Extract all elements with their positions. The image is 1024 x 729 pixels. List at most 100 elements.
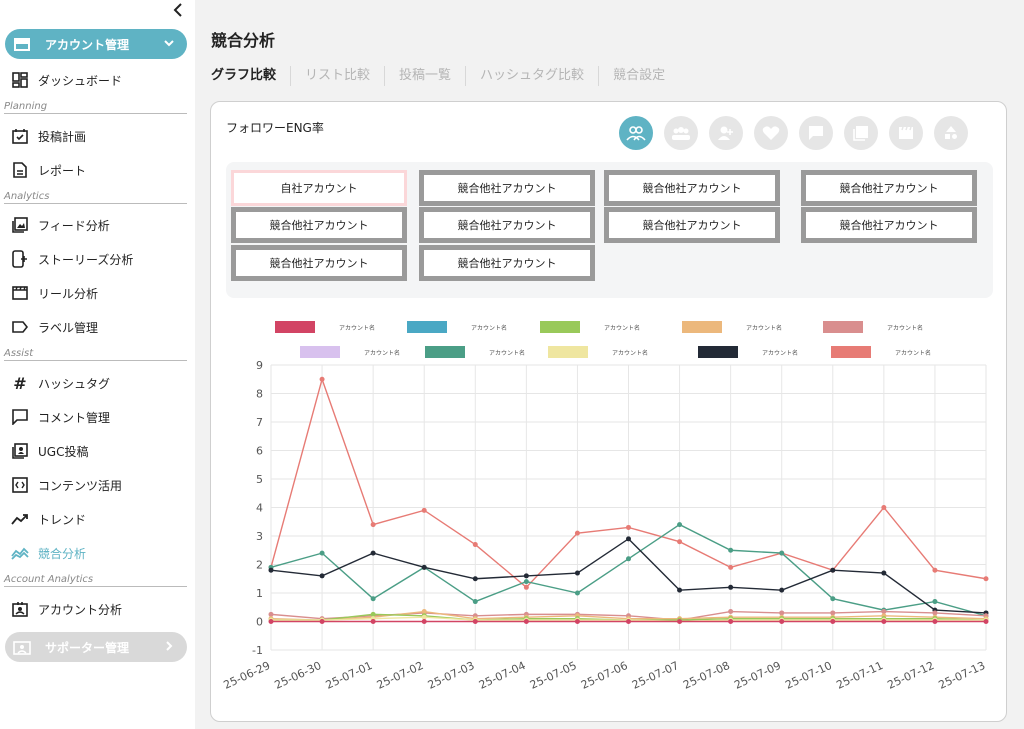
sidebar-item-label: コメント管理 [38,410,111,425]
y-tick-label: 5 [256,473,263,486]
series-point [523,619,529,624]
series-point [626,619,631,624]
tab-bar: グラフ比較 リスト比較 投稿一覧 ハッシュタグ比較 競合設定 [211,66,679,86]
competitor-account-box[interactable]: 競合他社アカウント [419,170,595,206]
sidebar-item-label: レポート [38,163,87,178]
legend-label: アカウント名 [339,324,376,332]
series-point [268,567,274,573]
card-title: フォロワーENG率 [226,121,324,135]
sidebar-item-hashtag[interactable]: # ハッシュタグ [11,372,110,394]
sidebar-item-stories-analysis[interactable]: ストーリーズ分析 [11,248,133,270]
label-tag-icon [11,318,29,336]
legend-swatch [682,321,722,333]
sidebar-item-feed-analysis[interactable]: フィード分析 [11,214,110,236]
legend-item[interactable]: アカウント名 [540,321,640,333]
collapse-sidebar-icon[interactable] [170,2,186,23]
competitor-account-box[interactable]: 競合他社アカウント [231,245,407,281]
y-tick-label: 8 [256,388,263,401]
series-point [677,539,683,545]
sidebar-item-trend[interactable]: トレンド [11,508,86,530]
series-point [626,524,631,530]
account-management-button[interactable]: アカウント管理 [5,29,187,59]
image-icon[interactable] [844,116,878,150]
sidebar-item-label: 投稿計画 [38,129,87,144]
series-point [370,522,376,528]
series-point [932,567,938,573]
x-tick-label: 25-07-10 [783,659,834,692]
chevron-right-icon [166,641,173,651]
sidebar-item-comment-management[interactable]: コメント管理 [11,406,110,428]
series-point [574,590,580,596]
series-point [319,550,325,556]
competitor-account-box[interactable]: 競合他社アカウント [419,245,595,281]
supporter-management-button[interactable]: サポーター管理 [5,632,187,662]
section-assist: Assist [4,348,187,361]
sidebar-item-label: リール分析 [38,286,99,301]
series-point [677,522,683,528]
tab-list-compare[interactable]: リスト比較 [290,66,384,86]
series-point [830,596,836,602]
legend-swatch [407,321,447,333]
shape-icon[interactable] [934,116,968,150]
sidebar-item-label-management[interactable]: ラベル管理 [11,316,98,338]
competitor-account-box[interactable]: 競合他社アカウント [801,207,977,243]
legend-label: アカウント名 [471,324,508,332]
legend-item[interactable]: アカウント名 [407,321,507,333]
series-point [472,576,478,582]
x-tick-label: 25-07-02 [375,659,426,692]
tab-competitor-settings[interactable]: 競合設定 [598,66,679,86]
sidebar-item-dashboard[interactable]: ダッシュボード [11,69,122,91]
sidebar-item-account-analysis[interactable]: アカウント分析 [11,598,122,620]
series-point [319,619,325,624]
legend-item[interactable]: アカウント名 [823,321,923,333]
account-selector-panel: 自社アカウント 競合他社アカウント 競合他社アカウント 競合他社アカウント 競合… [226,162,993,298]
tab-hashtag-compare[interactable]: ハッシュタグ比較 [465,66,598,86]
comment-icon[interactable] [799,116,833,150]
sidebar-item-reel-analysis[interactable]: リール分析 [11,282,98,304]
sidebar-item-post-plan[interactable]: 投稿計画 [11,125,86,147]
sidebar-item-report[interactable]: レポート [11,159,86,181]
tab-graph-compare[interactable]: グラフ比較 [211,66,290,86]
sidebar-item-competitor-analysis[interactable]: 競合分析 [11,542,86,564]
sidebar-item-ugc[interactable]: UGC投稿 [11,440,88,462]
clapper-icon [11,284,29,302]
legend-item[interactable]: アカウント名 [275,321,375,333]
competitor-account-box[interactable]: 競合他社アカウント [419,207,595,243]
tab-post-list[interactable]: 投稿一覧 [384,66,465,86]
calendar-check-icon [11,127,29,145]
legend-label: アカウント名 [746,324,783,332]
supporter-icon [13,641,31,655]
reel-icon[interactable] [889,116,923,150]
heart-icon[interactable] [754,116,788,150]
competitor-account-box[interactable]: 競合他社アカウント [801,170,977,206]
hashtag-icon: # [13,373,27,393]
group-icon[interactable] [664,116,698,150]
y-tick-label: 7 [256,416,263,429]
series-point [881,609,887,615]
self-account-box[interactable]: 自社アカウント [231,170,407,206]
competitor-account-box[interactable]: 競合他社アカウント [231,207,407,243]
section-account-analytics: Account Analytics [4,574,187,587]
sidebar-item-content-use[interactable]: コンテンツ活用 [11,474,122,496]
competitor-account-box[interactable]: 競合他社アカウント [604,170,780,206]
series-point [523,584,529,590]
competitor-account-box[interactable]: 競合他社アカウント [604,207,780,243]
account-management-label: アカウント管理 [45,37,130,52]
series-point [370,611,376,617]
series-point [421,507,427,513]
legend-label: アカウント名 [887,324,924,332]
series-point [881,619,887,624]
dashboard-icon [11,71,29,89]
store-icon [14,38,30,51]
followers-icon[interactable] [619,116,653,150]
legend-swatch [823,321,863,333]
series-point [830,619,836,624]
user-icon[interactable] [709,116,743,150]
series-point [421,609,427,615]
legend-item[interactable]: アカウント名 [682,321,782,333]
series-point [728,564,734,570]
series-point [830,567,836,573]
y-tick-label: 0 [256,616,263,629]
competitor-icon [11,544,29,562]
series-point [421,614,427,620]
